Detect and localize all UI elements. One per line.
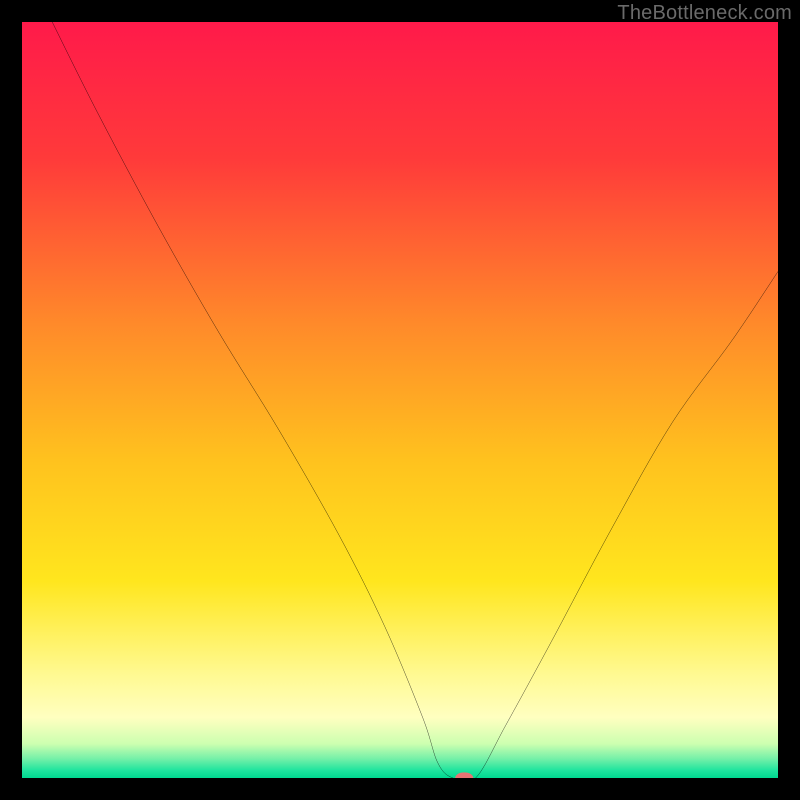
bottleneck-chart [22,22,778,778]
gradient-background [22,22,778,778]
chart-frame: TheBottleneck.com [0,0,800,800]
watermark-text: TheBottleneck.com [617,2,792,25]
